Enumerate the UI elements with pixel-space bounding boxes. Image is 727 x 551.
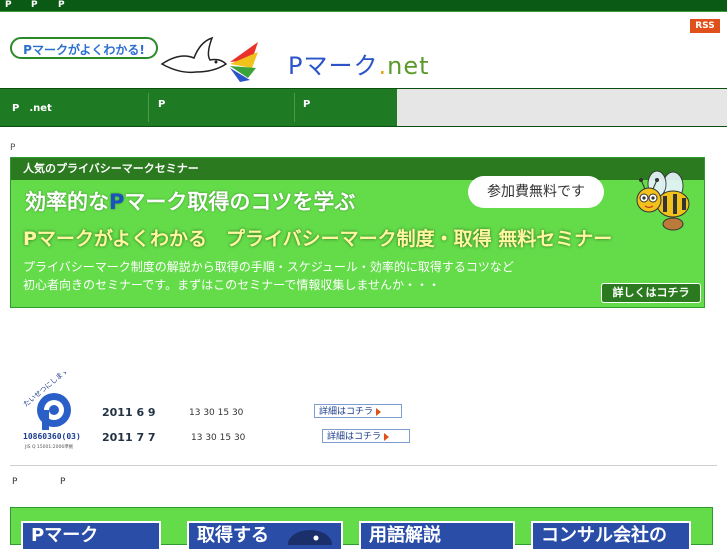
site-name-main: Pマーク (288, 52, 379, 80)
event-detail-link-2[interactable]: 詳細はコチラ (322, 429, 410, 443)
top-bar: P P P (0, 0, 727, 11)
banner-title-prefix: 効率的な (25, 190, 109, 214)
pmark-number: 10860360(03) (23, 432, 81, 441)
banner-description: プライバシーマーク制度の解説から取得の手順・スケジュール・効率的に取得するコツな… (23, 258, 514, 294)
bee-mascot-icon (636, 170, 690, 231)
banner-title: 効率的なPマーク取得のコツを学ぶ (25, 186, 355, 216)
section-label-a: P (12, 477, 18, 487)
seminar-details-button[interactable]: 詳しくはコチラ (601, 283, 701, 303)
breadcrumb: P (10, 143, 16, 153)
feature-cards: Pマーク 取得する 用語解説 コンサル会社の (10, 507, 713, 551)
nav-item-3[interactable]: P (303, 99, 310, 110)
bird-mascot-icon (288, 530, 332, 545)
card-consultant[interactable]: コンサル会社の (531, 521, 691, 551)
topbar-link-1[interactable]: P (5, 0, 12, 11)
banner-title-suffix: マーク取得のコツを学ぶ (124, 190, 356, 214)
banner-desc-line-1: プライバシーマーク制度の解説から取得の手順・スケジュール・効率的に取得するコツな… (23, 260, 514, 274)
banner-desc-line-2: 初心者向きのセミナーです。まずはこのセミナーで情報収集しませんか・・・ (23, 278, 441, 292)
section-label-b: P (60, 477, 66, 487)
site-name-dot: . (378, 52, 388, 80)
site-header: Pマークがよくわかる! Pマーク.net RSS (0, 12, 727, 88)
event-time-1: 13 30 15 30 (189, 408, 244, 418)
card-glossary[interactable]: 用語解説 (359, 521, 515, 551)
event-time-2: 13 30 15 30 (191, 433, 246, 443)
main-nav: P .net P P (0, 88, 727, 127)
event-detail-label-2: 詳細はコチラ (327, 432, 382, 442)
nav-separator (148, 93, 149, 122)
site-name[interactable]: Pマーク.net (288, 46, 430, 81)
seminar-banner[interactable]: 人気のプライバシーマークセミナー 効率的なPマーク取得のコツを学ぶ Pマークがよ… (10, 157, 705, 308)
nav-item-home[interactable]: P .net (12, 99, 52, 114)
banner-title-accent: P (109, 190, 125, 214)
arrow-right-icon (384, 432, 390, 441)
site-name-net: net (387, 52, 430, 80)
pmark-standard: JIS Q 15001:2006準拠 (24, 443, 74, 450)
event-detail-label-1: 詳細はコチラ (319, 407, 374, 417)
nav-separator (294, 93, 295, 122)
event-date-2: 2011 7 7 (102, 431, 156, 444)
arrow-right-icon (376, 407, 382, 416)
topbar-link-2[interactable]: P (31, 0, 38, 11)
free-speech-bubble: 参加費無料です (468, 176, 604, 208)
card-pmark[interactable]: Pマーク (21, 521, 161, 551)
banner-heading: 人気のプライバシーマークセミナー (11, 158, 704, 180)
logo-tagline[interactable]: Pマークがよくわかる! (10, 37, 158, 59)
topbar-link-3[interactable]: P (58, 0, 65, 11)
privacy-mark-logo-icon: たいせつにしますプライバシー 10860360(03) JIS Q 15001:… (22, 372, 88, 450)
rss-button[interactable]: RSS (690, 19, 720, 33)
bird-logo-icon (160, 36, 258, 82)
section-divider (10, 465, 717, 466)
nav-item-2[interactable]: P (158, 99, 165, 110)
event-detail-link-1[interactable]: 詳細はコチラ (314, 404, 402, 418)
event-date-1: 2011 6 9 (102, 406, 156, 419)
banner-subtitle: Pマークがよくわかる プライバシーマーク制度・取得 無料セミナー (23, 228, 613, 250)
nav-filler (397, 89, 727, 126)
